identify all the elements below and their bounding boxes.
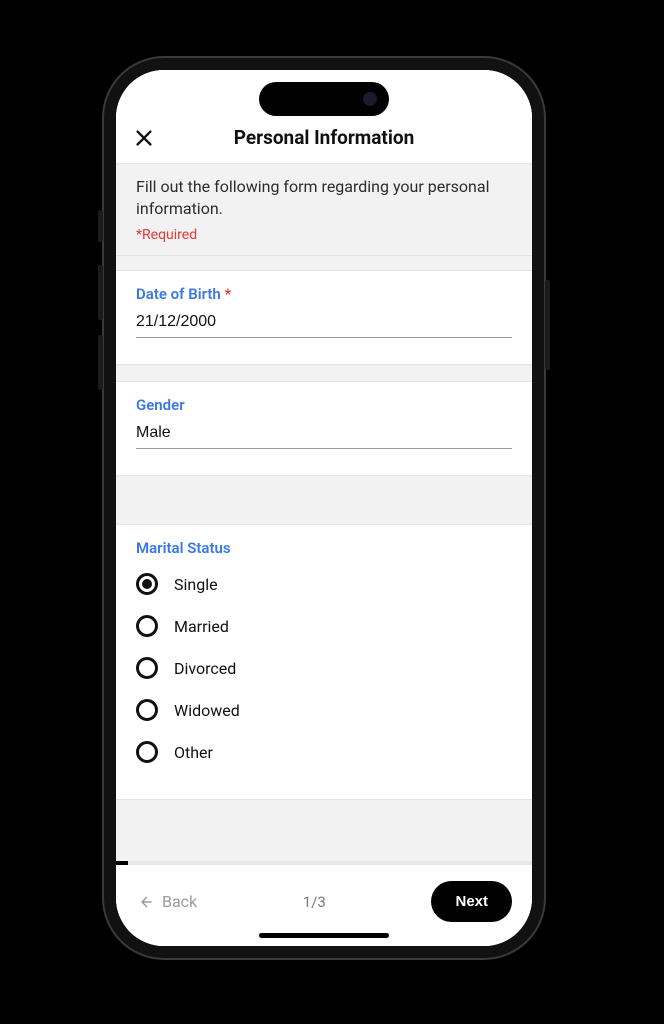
radio-option-divorced[interactable]: Divorced — [136, 647, 512, 689]
arrow-left-icon — [136, 893, 154, 911]
radio-label: Single — [174, 575, 218, 594]
marital-section: Marital Status Single Married Divorced — [116, 524, 532, 800]
section-gap — [116, 476, 532, 508]
gender-input[interactable] — [136, 420, 512, 449]
back-button[interactable]: Back — [136, 892, 197, 911]
page-title: Personal Information — [166, 126, 482, 149]
phone-side-button — [98, 335, 103, 390]
close-button[interactable] — [122, 127, 166, 149]
required-asterisk: * — [225, 285, 232, 303]
radio-option-single[interactable]: Single — [136, 563, 512, 605]
radio-label: Married — [174, 617, 229, 636]
phone-side-button — [545, 280, 550, 370]
back-label: Back — [162, 892, 197, 911]
dob-label: Date of Birth * — [136, 285, 512, 303]
radio-option-other[interactable]: Other — [136, 731, 512, 773]
radio-icon — [136, 741, 158, 763]
close-icon — [133, 127, 155, 149]
home-indicator — [259, 933, 389, 938]
radio-icon — [136, 699, 158, 721]
marital-label: Marital Status — [136, 539, 512, 557]
gender-section: Gender — [116, 381, 532, 476]
radio-label: Other — [174, 743, 213, 762]
intro-text: Fill out the following form regarding yo… — [136, 176, 512, 219]
intro-banner: Fill out the following form regarding yo… — [116, 163, 532, 256]
dob-section: Date of Birth * — [116, 270, 532, 365]
bottom-gap — [116, 800, 532, 824]
marital-radio-group: Single Married Divorced Widowed — [136, 563, 512, 773]
page-indicator: 1/3 — [197, 893, 431, 911]
dob-input[interactable] — [136, 309, 512, 338]
radio-icon — [136, 573, 158, 595]
next-button[interactable]: Next — [431, 881, 512, 922]
dynamic-island — [259, 82, 389, 116]
radio-option-widowed[interactable]: Widowed — [136, 689, 512, 731]
radio-label: Divorced — [174, 659, 236, 678]
form-area: Date of Birth * Gender Marital Status Si… — [116, 256, 532, 861]
phone-frame: Personal Information Fill out the follow… — [104, 58, 544, 958]
phone-side-button — [98, 210, 103, 242]
phone-side-button — [98, 265, 103, 320]
radio-icon — [136, 615, 158, 637]
dob-label-text: Date of Birth — [136, 285, 221, 303]
gender-label: Gender — [136, 396, 512, 414]
screen: Personal Information Fill out the follow… — [116, 70, 532, 946]
radio-label: Widowed — [174, 701, 240, 720]
radio-icon — [136, 657, 158, 679]
radio-option-married[interactable]: Married — [136, 605, 512, 647]
required-note: *Required — [136, 227, 512, 243]
